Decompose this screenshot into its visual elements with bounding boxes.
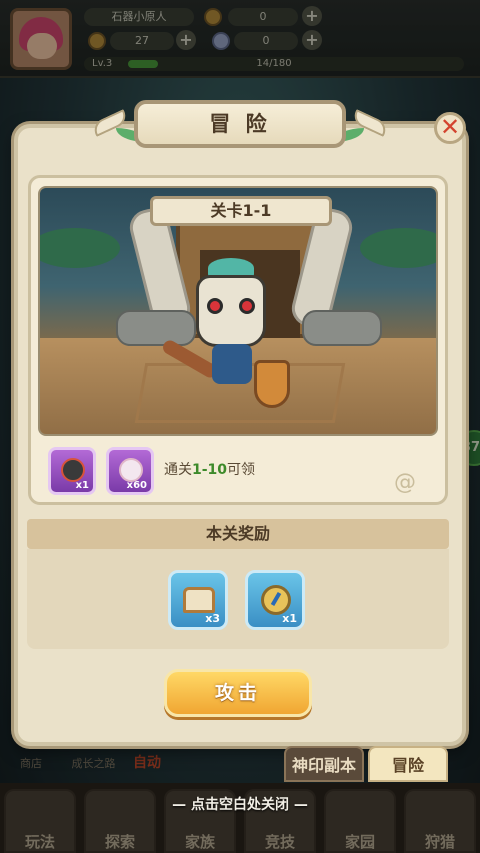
reward-header: 本关奖励 bbox=[27, 519, 449, 549]
shell-icon bbox=[119, 458, 143, 482]
rock-pile-right bbox=[302, 310, 382, 346]
sword-icon bbox=[61, 458, 85, 482]
rock-pile-left bbox=[116, 310, 196, 346]
close-icon[interactable]: ✕ bbox=[434, 112, 466, 144]
monster-eye-right bbox=[239, 298, 255, 314]
close-hint-text: 点击空白处关闭 bbox=[191, 797, 289, 813]
palm-tree-right bbox=[360, 228, 436, 268]
monster-mask[interactable] bbox=[196, 275, 266, 347]
stopwatch-hand bbox=[270, 591, 282, 607]
clear-range: 1-10 bbox=[192, 462, 228, 478]
tab-seal-dungeon[interactable]: 神印副本 bbox=[284, 746, 364, 782]
reward-count: x3 bbox=[205, 612, 220, 625]
attack-button[interactable]: 攻击 bbox=[164, 669, 312, 717]
monster-shield bbox=[254, 360, 290, 408]
clear-requirement: 通关1-10可领 bbox=[164, 459, 255, 479]
reward-slot-chest[interactable]: x3 bbox=[168, 570, 228, 630]
stopwatch-icon bbox=[261, 585, 291, 615]
clear-prefix: 通关 bbox=[164, 462, 192, 478]
treasure-chest-icon bbox=[183, 587, 215, 613]
close-hint: — 点击空白处关闭 — bbox=[172, 797, 308, 813]
item-count: x60 bbox=[126, 480, 147, 491]
swirl-ornament-icon: @ bbox=[394, 470, 416, 495]
reward-count: x1 bbox=[282, 612, 297, 625]
reward-area bbox=[27, 549, 449, 649]
stage-label: 关卡1-1 bbox=[150, 196, 332, 226]
item-slot-sword[interactable]: x1 bbox=[48, 447, 96, 495]
monster-eye-left bbox=[207, 298, 223, 314]
monster-body bbox=[212, 344, 252, 384]
item-count: x1 bbox=[75, 480, 89, 491]
palm-tree-left bbox=[40, 228, 120, 268]
tab-adventure[interactable]: 冒险 bbox=[368, 746, 448, 782]
item-slot-shell[interactable]: x60 bbox=[106, 447, 154, 495]
panel-title: 冒 险 bbox=[134, 100, 346, 148]
reward-slot-stopwatch[interactable]: x1 bbox=[245, 570, 305, 630]
clear-suffix: 可领 bbox=[227, 462, 256, 478]
